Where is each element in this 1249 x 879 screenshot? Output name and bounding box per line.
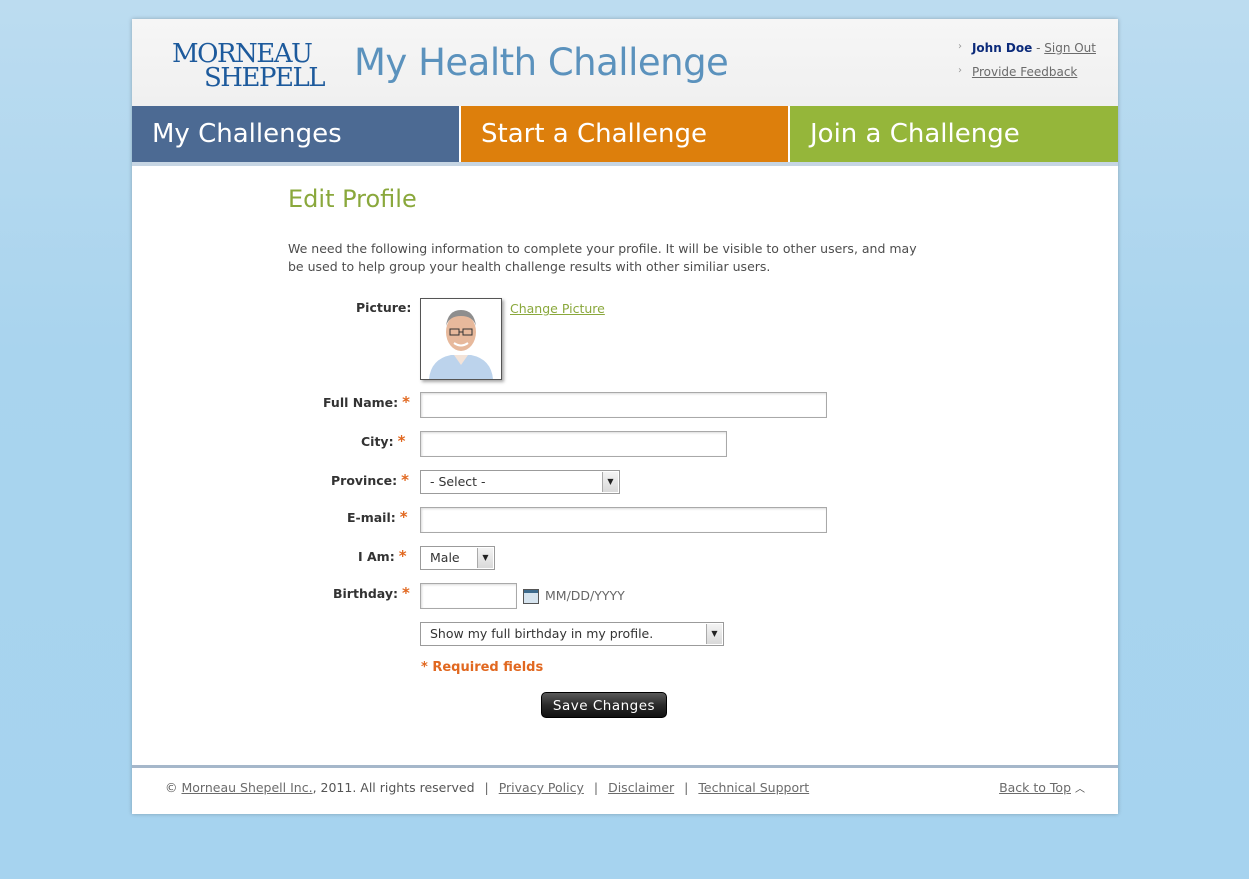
required-star: * bbox=[402, 393, 410, 411]
date-format-hint: MM/DD/YYYY bbox=[545, 588, 625, 603]
email-input[interactable] bbox=[420, 507, 827, 533]
header: MORNEAU SHEPELL My Health Challenge › Jo… bbox=[132, 19, 1118, 106]
sign-out-link[interactable]: Sign Out bbox=[1044, 41, 1096, 55]
nav-start-a-challenge[interactable]: Start a Challenge bbox=[461, 106, 788, 162]
separator: | bbox=[484, 780, 489, 795]
gender-select[interactable]: Male ▼ bbox=[420, 546, 495, 570]
technical-support-link[interactable]: Technical Support bbox=[698, 780, 809, 795]
nav-join-a-challenge[interactable]: Join a Challenge bbox=[790, 106, 1118, 162]
user-name: John Doe bbox=[971, 41, 1033, 55]
footer: © Morneau Shepell Inc., 2011. All rights… bbox=[165, 780, 809, 795]
separator: | bbox=[684, 780, 689, 795]
province-label-text: Province: bbox=[331, 473, 398, 488]
email-label: E-mail: * bbox=[347, 508, 408, 526]
user-row: › John Doe - Sign Out bbox=[958, 41, 1096, 65]
required-star: * bbox=[397, 432, 406, 450]
separator: | bbox=[593, 780, 599, 795]
nav-underline bbox=[132, 162, 1118, 166]
city-input[interactable] bbox=[420, 431, 727, 457]
calendar-icon[interactable] bbox=[523, 589, 539, 604]
profile-picture bbox=[420, 298, 502, 380]
disclaimer-link[interactable]: Disclaimer bbox=[608, 780, 674, 795]
avatar-photo bbox=[421, 299, 501, 379]
nav-my-challenges[interactable]: My Challenges bbox=[132, 106, 459, 162]
edit-profile-form: Edit Profile We need the following infor… bbox=[288, 185, 988, 274]
provide-feedback-link[interactable]: Provide Feedback bbox=[972, 65, 1077, 79]
intro-text: We need the following information to com… bbox=[288, 241, 917, 274]
gender-label: I Am: * bbox=[358, 547, 407, 565]
required-star: * bbox=[421, 660, 428, 675]
province-label: Province: * bbox=[331, 471, 409, 489]
bullet-icon: › bbox=[957, 65, 962, 76]
chevron-down-icon[interactable]: ▼ bbox=[602, 472, 618, 492]
required-fields-note: * Required fields bbox=[421, 660, 543, 675]
city-label: City: * bbox=[361, 432, 405, 450]
birthday-label-text: Birthday: bbox=[333, 586, 398, 601]
province-select[interactable]: - Select - ▼ bbox=[420, 470, 620, 494]
logo-line-2: SHEPELL bbox=[204, 63, 325, 93]
company-link[interactable]: Morneau Shepell Inc. bbox=[181, 780, 312, 795]
change-picture-link[interactable]: Change Picture bbox=[510, 301, 605, 316]
birthday-label: Birthday: * bbox=[333, 584, 410, 602]
save-changes-button[interactable]: Save Changes bbox=[541, 692, 667, 718]
required-star: * bbox=[399, 508, 408, 526]
full-name-input[interactable] bbox=[420, 392, 827, 418]
required-fields-text: Required fields bbox=[432, 660, 544, 675]
bullet-icon: › bbox=[957, 41, 962, 52]
required-star: * bbox=[402, 584, 410, 602]
chevron-up-icon: ︿ bbox=[1075, 784, 1085, 795]
birthday-display-selected-value: Show my full birthday in my profile. bbox=[430, 626, 654, 641]
morneau-shepell-logo[interactable]: MORNEAU SHEPELL bbox=[172, 41, 325, 91]
gender-label-text: I Am: bbox=[358, 549, 395, 564]
chevron-down-icon[interactable]: ▼ bbox=[706, 624, 722, 644]
footer-divider bbox=[132, 765, 1118, 768]
page-title: Edit Profile bbox=[288, 185, 417, 213]
privacy-policy-link[interactable]: Privacy Policy bbox=[499, 780, 584, 795]
copyright-symbol: © bbox=[165, 780, 178, 795]
chevron-down-icon[interactable]: ▼ bbox=[477, 548, 493, 568]
required-star: * bbox=[398, 547, 407, 565]
birthday-display-select[interactable]: Show my full birthday in my profile. ▼ bbox=[420, 622, 724, 646]
main-nav: My Challenges Start a Challenge Join a C… bbox=[132, 106, 1118, 162]
user-links: › John Doe - Sign Out › Provide Feedback bbox=[958, 41, 1096, 89]
page-container: MORNEAU SHEPELL My Health Challenge › Jo… bbox=[132, 19, 1118, 814]
feedback-row: › Provide Feedback bbox=[958, 65, 1096, 89]
gender-selected-value: Male bbox=[430, 550, 460, 565]
email-label-text: E-mail: bbox=[347, 510, 396, 525]
city-label-text: City: bbox=[361, 434, 394, 449]
picture-label: Picture: bbox=[356, 300, 412, 315]
required-star: * bbox=[401, 471, 409, 489]
site-title: My Health Challenge bbox=[354, 41, 729, 84]
back-to-top-link[interactable]: Back to Top bbox=[999, 780, 1071, 795]
birthday-input[interactable] bbox=[420, 583, 517, 609]
back-to-top[interactable]: Back to Top ︿ bbox=[999, 780, 1085, 795]
full-name-label-text: Full Name: bbox=[323, 395, 399, 410]
province-selected-value: - Select - bbox=[430, 474, 486, 489]
copyright-text: , 2011. All rights reserved bbox=[312, 780, 475, 795]
full-name-label: Full Name: * bbox=[323, 393, 410, 411]
